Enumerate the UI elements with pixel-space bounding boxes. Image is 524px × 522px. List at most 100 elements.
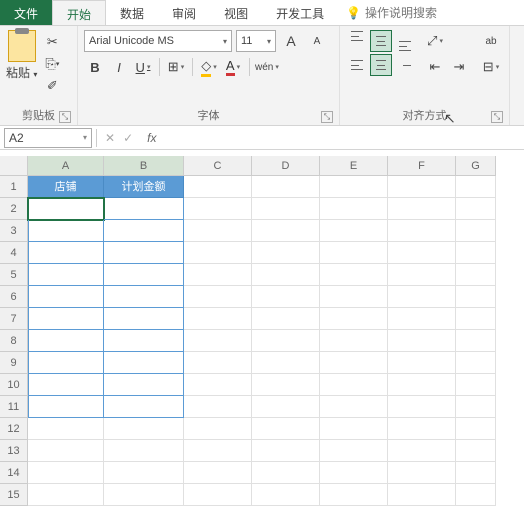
cell-G14[interactable] xyxy=(456,462,496,484)
cell-F13[interactable] xyxy=(388,440,456,462)
cell-G8[interactable] xyxy=(456,330,496,352)
cell-F3[interactable] xyxy=(388,220,456,242)
cell-C5[interactable] xyxy=(184,264,252,286)
cell-G1[interactable] xyxy=(456,176,496,198)
cell-A7[interactable] xyxy=(28,308,104,330)
row-header-11[interactable]: 11 xyxy=(0,396,28,418)
cell-C2[interactable] xyxy=(184,198,252,220)
col-header-A[interactable]: A xyxy=(28,156,104,176)
align-right-button[interactable] xyxy=(394,54,416,76)
paste-button[interactable]: 粘贴 ▾ xyxy=(6,64,37,81)
cell-D4[interactable] xyxy=(252,242,320,264)
cell-B7[interactable] xyxy=(104,308,184,330)
cell-A9[interactable] xyxy=(28,352,104,374)
col-header-B[interactable]: B xyxy=(104,156,184,176)
cell-B4[interactable] xyxy=(104,242,184,264)
increase-indent-button[interactable]: ⇥ xyxy=(448,56,470,78)
cell-E9[interactable] xyxy=(320,352,388,374)
row-header-13[interactable]: 13 xyxy=(0,440,28,462)
formula-input[interactable] xyxy=(156,128,524,148)
cell-D14[interactable] xyxy=(252,462,320,484)
cell-E11[interactable] xyxy=(320,396,388,418)
cell-B14[interactable] xyxy=(104,462,184,484)
row-header-12[interactable]: 12 xyxy=(0,418,28,440)
cell-C8[interactable] xyxy=(184,330,252,352)
cell-D1[interactable] xyxy=(252,176,320,198)
row-header-8[interactable]: 8 xyxy=(0,330,28,352)
tab-data[interactable]: 数据 xyxy=(106,0,158,25)
cell-A14[interactable] xyxy=(28,462,104,484)
cell-D7[interactable] xyxy=(252,308,320,330)
cell-A3[interactable] xyxy=(28,220,104,242)
row-header-4[interactable]: 4 xyxy=(0,242,28,264)
cell-F14[interactable] xyxy=(388,462,456,484)
align-center-button[interactable] xyxy=(370,54,392,76)
cell-E1[interactable] xyxy=(320,176,388,198)
cell-F9[interactable] xyxy=(388,352,456,374)
cell-A13[interactable] xyxy=(28,440,104,462)
cell-F2[interactable] xyxy=(388,198,456,220)
col-header-D[interactable]: D xyxy=(252,156,320,176)
col-header-G[interactable]: G xyxy=(456,156,496,176)
cell-G3[interactable] xyxy=(456,220,496,242)
cell-C12[interactable] xyxy=(184,418,252,440)
clipboard-launcher[interactable]: ⤡ xyxy=(59,111,71,123)
cell-F5[interactable] xyxy=(388,264,456,286)
increase-font-button[interactable]: A xyxy=(280,30,302,52)
cell-F4[interactable] xyxy=(388,242,456,264)
name-box[interactable]: A2▾ xyxy=(4,128,92,148)
cell-C9[interactable] xyxy=(184,352,252,374)
cell-F1[interactable] xyxy=(388,176,456,198)
cell-C7[interactable] xyxy=(184,308,252,330)
cancel-formula-icon[interactable]: ✕ xyxy=(105,131,115,145)
cell-B5[interactable] xyxy=(104,264,184,286)
tab-view[interactable]: 视图 xyxy=(210,0,262,25)
cell-A4[interactable] xyxy=(28,242,104,264)
cell-A10[interactable] xyxy=(28,374,104,396)
cell-A8[interactable] xyxy=(28,330,104,352)
cell-G6[interactable] xyxy=(456,286,496,308)
cell-B10[interactable] xyxy=(104,374,184,396)
cell-A11[interactable] xyxy=(28,396,104,418)
cell-C3[interactable] xyxy=(184,220,252,242)
decrease-indent-button[interactable]: ⇤ xyxy=(424,56,446,78)
row-header-7[interactable]: 7 xyxy=(0,308,28,330)
cell-D10[interactable] xyxy=(252,374,320,396)
col-header-E[interactable]: E xyxy=(320,156,388,176)
cell-G5[interactable] xyxy=(456,264,496,286)
paste-icon[interactable] xyxy=(8,30,36,62)
row-header-10[interactable]: 10 xyxy=(0,374,28,396)
cell-B8[interactable] xyxy=(104,330,184,352)
cell-F6[interactable] xyxy=(388,286,456,308)
cell-E15[interactable] xyxy=(320,484,388,506)
cell-E7[interactable] xyxy=(320,308,388,330)
cell-C14[interactable] xyxy=(184,462,252,484)
row-header-1[interactable]: 1 xyxy=(0,176,28,198)
enter-formula-icon[interactable]: ✓ xyxy=(123,131,133,145)
cell-B13[interactable] xyxy=(104,440,184,462)
row-header-15[interactable]: 15 xyxy=(0,484,28,506)
cell-D15[interactable] xyxy=(252,484,320,506)
cell-E6[interactable] xyxy=(320,286,388,308)
align-top-button[interactable] xyxy=(346,30,368,52)
cut-button[interactable]: ✂ xyxy=(41,32,63,52)
cell-D2[interactable] xyxy=(252,198,320,220)
cell-F8[interactable] xyxy=(388,330,456,352)
italic-button[interactable]: I xyxy=(108,56,130,78)
font-color-button[interactable]: A xyxy=(222,56,244,78)
cell-B9[interactable] xyxy=(104,352,184,374)
cell-E5[interactable] xyxy=(320,264,388,286)
cell-E8[interactable] xyxy=(320,330,388,352)
underline-button[interactable]: U xyxy=(132,56,154,78)
cell-C6[interactable] xyxy=(184,286,252,308)
font-size-combo[interactable]: 11▾ xyxy=(236,30,276,52)
cell-E12[interactable] xyxy=(320,418,388,440)
cell-A15[interactable] xyxy=(28,484,104,506)
col-header-F[interactable]: F xyxy=(388,156,456,176)
cell-C1[interactable] xyxy=(184,176,252,198)
wrap-text-button[interactable]: ab xyxy=(480,30,502,52)
tab-review[interactable]: 审阅 xyxy=(158,0,210,25)
fill-color-button[interactable]: ◇ xyxy=(198,56,220,78)
align-left-button[interactable] xyxy=(346,54,368,76)
cell-D12[interactable] xyxy=(252,418,320,440)
